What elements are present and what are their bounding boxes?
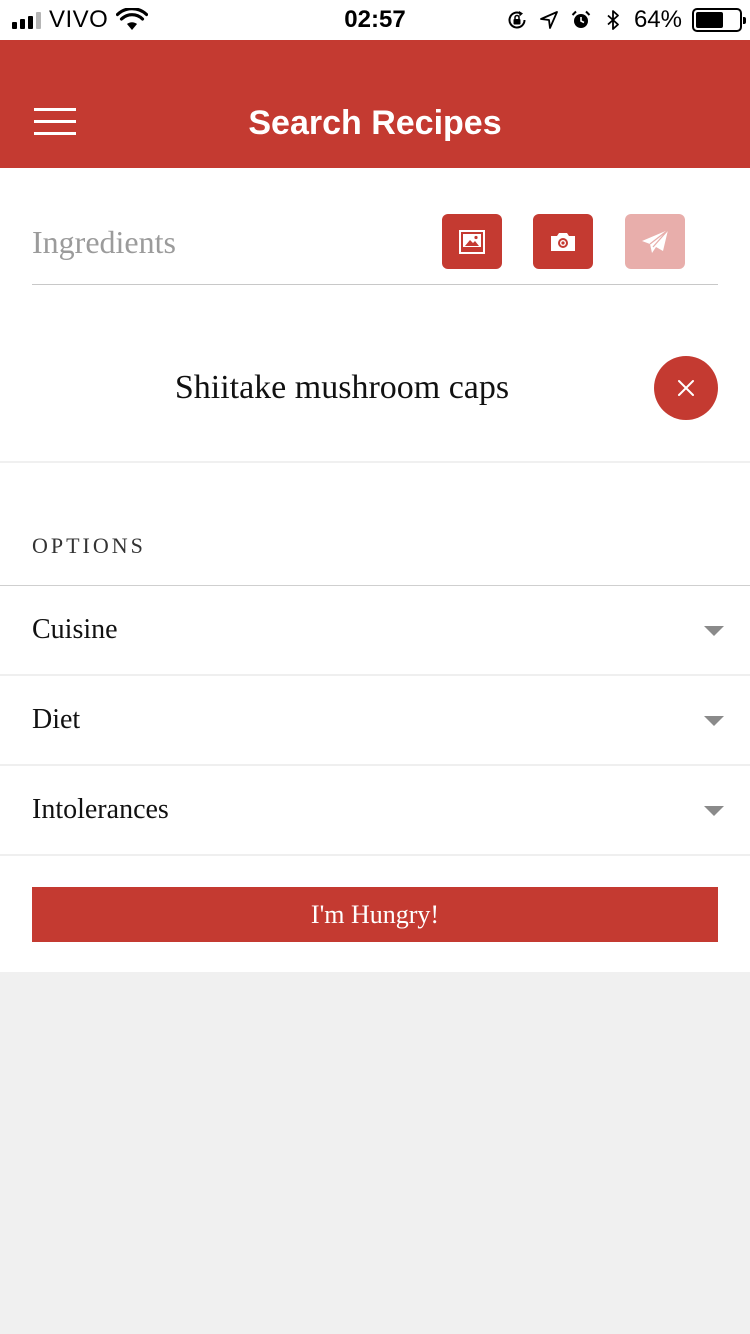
ingredient-item: Shiitake mushroom caps [0, 353, 750, 423]
im-hungry-button[interactable]: I'm Hungry! [32, 887, 718, 942]
option-label: Diet [32, 704, 81, 735]
camera-icon [551, 232, 575, 251]
app-header: Search Recipes [0, 40, 750, 168]
ingredients-card: Shiitake mushroom caps [0, 168, 750, 461]
remove-ingredient-button[interactable] [654, 356, 718, 420]
battery-icon [692, 8, 746, 32]
rotation-lock-icon [508, 11, 526, 29]
page-title: Search Recipes [248, 104, 502, 142]
image-icon [459, 229, 485, 254]
send-icon [642, 228, 669, 253]
option-label: Cuisine [32, 614, 118, 645]
options-heading: OPTIONS [32, 533, 146, 558]
ingredients-underline [32, 284, 718, 285]
ingredients-input[interactable] [32, 214, 422, 270]
send-button[interactable] [625, 214, 685, 269]
option-label: Intolerances [32, 794, 169, 825]
location-icon [540, 11, 558, 29]
alarm-icon [571, 10, 591, 28]
status-bar: VIVO 02:57 64% [0, 0, 750, 40]
chevron-down-icon [704, 716, 724, 726]
ingredient-label: Shiitake mushroom caps [174, 369, 510, 406]
option-diet[interactable]: Diet [0, 676, 750, 766]
options-card: OPTIONS Cuisine Diet Intolerances I'm Hu… [0, 463, 750, 972]
camera-button[interactable] [533, 214, 593, 269]
option-cuisine[interactable]: Cuisine [0, 586, 750, 676]
chevron-down-icon [704, 626, 724, 636]
option-intolerances[interactable]: Intolerances [0, 766, 750, 856]
chevron-down-icon [704, 806, 724, 816]
battery-percent: 64% [633, 6, 682, 33]
image-upload-button[interactable] [442, 214, 502, 269]
status-right: 64% [506, 5, 746, 35]
close-icon [678, 380, 694, 396]
bluetooth-icon [607, 10, 619, 30]
